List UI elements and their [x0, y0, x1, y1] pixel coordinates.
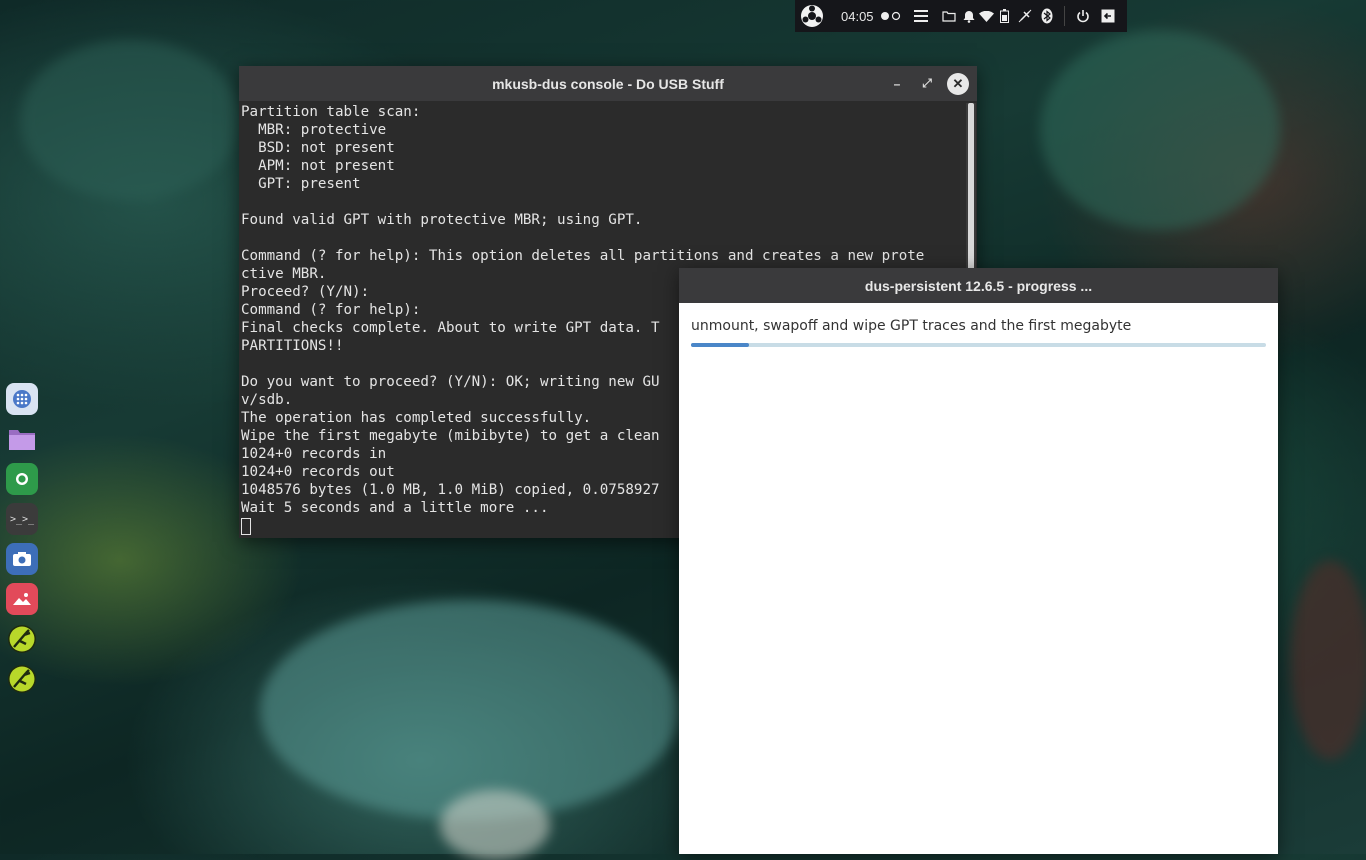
console-line: Command (? for help): This option delete… — [241, 248, 925, 264]
wallpaper-creature-fur — [1290, 560, 1366, 760]
mkusb-icon[interactable] — [6, 623, 38, 655]
wallpaper-foliage — [1040, 30, 1280, 230]
progress-window: dus-persistent 12.6.5 - progress ... unm… — [679, 268, 1278, 854]
network-off-icon[interactable] — [1014, 0, 1036, 32]
progress-message: unmount, swapoff and wipe GPT traces and… — [691, 318, 1132, 334]
wallpaper-creature-fur — [260, 600, 680, 820]
console-title: mkusb-dus console - Do USB Stuff — [492, 75, 724, 92]
wallpaper-foliage — [20, 40, 240, 200]
power-icon[interactable] — [1071, 0, 1095, 32]
logout-icon[interactable] — [1095, 0, 1121, 32]
text-cursor — [241, 517, 251, 535]
console-line: Partition table scan: — [241, 104, 421, 120]
close-button[interactable]: ✕ — [947, 72, 969, 95]
maximize-button[interactable]: ⤢ — [917, 74, 937, 94]
window-controls: – ⤢ ✕ — [887, 66, 969, 101]
image-viewer-icon[interactable] — [6, 583, 38, 615]
mkusb-icon-2[interactable] — [6, 663, 38, 695]
dock: >_>_ — [6, 383, 38, 695]
console-titlebar[interactable]: mkusb-dus console - Do USB Stuff – ⤢ ✕ — [239, 66, 977, 101]
console-line: Found valid GPT with protective MBR; usi… — [241, 212, 643, 228]
bell-icon[interactable] — [960, 0, 978, 32]
console-line: BSD: not present — [241, 140, 395, 156]
folder-icon[interactable] — [938, 0, 960, 32]
console-line: GPT: present — [241, 176, 361, 192]
top-panel: 04:05 — [795, 0, 1127, 32]
console-line: APM: not present — [241, 158, 395, 174]
workspace-dots-icon[interactable] — [878, 0, 904, 32]
minimize-button[interactable]: – — [887, 74, 907, 94]
console-line: MBR: protective — [241, 122, 387, 138]
battery-icon[interactable] — [996, 0, 1014, 32]
files-icon[interactable] — [6, 423, 38, 455]
wallpaper-foot — [440, 790, 550, 860]
progress-titlebar[interactable]: dus-persistent 12.6.5 - progress ... — [679, 268, 1278, 303]
menu-icon[interactable] — [910, 0, 932, 32]
progress-bar — [691, 343, 1266, 347]
progress-title: dus-persistent 12.6.5 - progress ... — [864, 277, 1093, 294]
bluetooth-icon[interactable] — [1036, 0, 1058, 32]
panel-separator — [1063, 6, 1065, 26]
chrome-icon[interactable] — [6, 463, 38, 495]
app-grid-icon[interactable] — [6, 383, 38, 415]
wifi-icon[interactable] — [978, 0, 996, 32]
ubuntu-budgie-logo-icon[interactable] — [795, 0, 829, 32]
terminal-icon[interactable]: >_>_ — [6, 503, 38, 535]
progress-bar-fill — [691, 343, 749, 347]
clock[interactable]: 04:05 — [841, 0, 874, 32]
screenshot-icon[interactable] — [6, 543, 38, 575]
